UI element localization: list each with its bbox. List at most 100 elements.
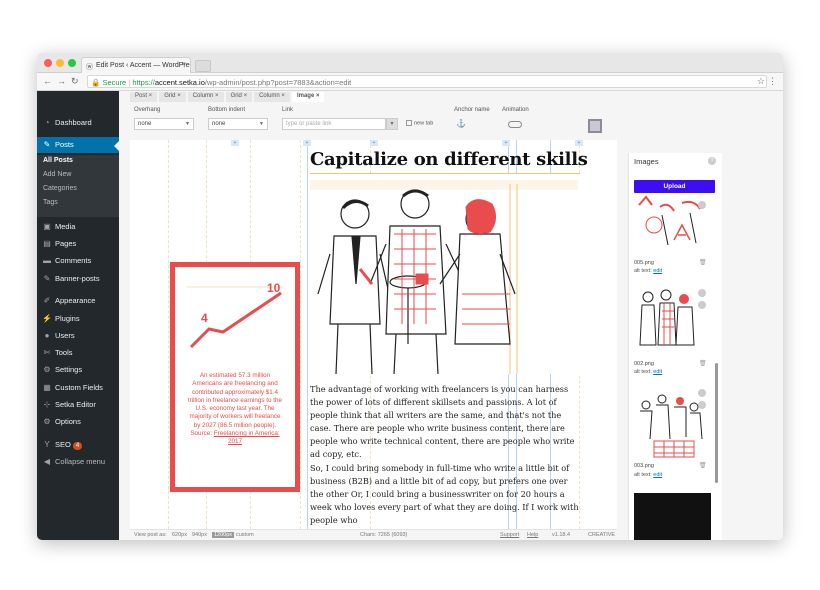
breadcrumb-label: Post xyxy=(135,93,148,99)
grid-handle[interactable]: + xyxy=(370,140,378,146)
grid-handle[interactable]: + xyxy=(502,140,510,146)
sidebar-collapse-menu[interactable]: ◀ Collapse menu xyxy=(37,454,119,470)
breadcrumb: Post × Grid × Column × Grid × Column × I… xyxy=(130,92,326,102)
comments-icon: ▬ xyxy=(43,256,51,265)
thumb-bg xyxy=(634,387,711,459)
sidebar-sub-all-posts[interactable]: All Posts xyxy=(37,155,119,169)
anchor-icon[interactable]: ⚓ xyxy=(456,119,466,128)
breadcrumb-item-current[interactable]: Image × xyxy=(291,92,325,102)
view-620-button[interactable]: 620px xyxy=(172,532,187,538)
sidebar-sub-label: Add New xyxy=(43,171,72,178)
grilled-item xyxy=(415,273,429,285)
collapse-icon: ◀ xyxy=(43,457,51,466)
images-panel-title: Images xyxy=(634,157,659,166)
minimize-window-button[interactable] xyxy=(56,59,64,67)
grid-handle[interactable]: + xyxy=(575,140,583,146)
alt-text-edit-link[interactable]: edit xyxy=(653,268,662,274)
maximize-window-button[interactable] xyxy=(68,59,76,67)
link-input[interactable]: type or paste link xyxy=(282,118,386,130)
breadcrumb-item[interactable]: Grid × xyxy=(159,92,186,102)
sidebar-item-appearance[interactable]: ✐ Appearance xyxy=(37,293,119,309)
link-label: Link xyxy=(282,107,294,113)
trash-icon[interactable]: 🗑 xyxy=(699,259,707,266)
sidebar-item-media[interactable]: ▣ Media xyxy=(37,219,119,235)
wrench-icon: ✄ xyxy=(43,348,51,357)
freelancers-illustration[interactable] xyxy=(310,174,580,374)
sidebar-item-label: Media xyxy=(55,222,76,231)
sidebar-item-posts[interactable]: ✎ Posts xyxy=(37,137,119,153)
paragraph[interactable]: The advantage of working with freelancer… xyxy=(310,383,580,461)
thumb-badge xyxy=(698,389,706,397)
chevron-down-icon: ▼ xyxy=(185,121,190,127)
sidebar-item-options[interactable]: ⚙ Options xyxy=(37,414,119,430)
reload-icon[interactable]: ↻ xyxy=(71,76,79,87)
bookmark-star-icon[interactable]: ☆ xyxy=(757,76,765,87)
upload-button[interactable]: Upload xyxy=(634,180,715,193)
alt-text-edit-link[interactable]: edit xyxy=(653,472,662,478)
image-thumbnail[interactable] xyxy=(634,195,711,257)
tab-close-icon[interactable]: × xyxy=(182,61,186,68)
post-canvas[interactable]: + + + + + Capitalize on different skills… xyxy=(130,140,617,529)
breadcrumb-item[interactable]: Grid × xyxy=(225,92,253,102)
view-custom-button[interactable]: custom xyxy=(236,532,254,538)
overhang-label: Overhang xyxy=(134,107,161,113)
forward-icon[interactable]: → xyxy=(57,76,66,86)
back-icon[interactable]: ← xyxy=(43,76,52,86)
breadcrumb-item[interactable]: Column × xyxy=(187,92,224,102)
image-filename: 003.png xyxy=(634,463,654,469)
close-window-button[interactable] xyxy=(44,59,52,67)
more-menu-icon[interactable]: ⋮ xyxy=(768,76,777,87)
new-tab-checkbox[interactable]: new tab xyxy=(406,120,433,126)
sidebar-sub-tags[interactable]: Tags xyxy=(37,197,119,217)
sidebar-item-settings[interactable]: ⚙ Settings xyxy=(37,362,119,378)
breadcrumb-item[interactable]: Post × xyxy=(130,92,158,102)
sidebar-item-plugins[interactable]: ⚡ Plugins xyxy=(37,311,119,327)
bottom-indent-value: none xyxy=(212,121,226,127)
sidebar-item-banner-posts[interactable]: ✎ Banner-posts xyxy=(37,271,119,287)
grid-handle[interactable]: + xyxy=(303,140,311,146)
support-link[interactable]: Support xyxy=(500,532,519,538)
sidebar-item-comments[interactable]: ▬ Comments xyxy=(37,253,119,269)
sidebar-item-users[interactable]: ● Users xyxy=(37,328,119,344)
sidebar-sub-add-new[interactable]: Add New xyxy=(37,169,119,183)
help-link[interactable]: Help xyxy=(527,532,538,538)
infographic-box[interactable]: 4 10 An estimated 57.3 million Americans… xyxy=(170,262,300,492)
sidebar-item-custom-fields[interactable]: ▦ Custom Fields xyxy=(37,380,119,396)
alt-text-edit-link[interactable]: edit xyxy=(653,369,662,375)
trash-icon[interactable]: 🗑 xyxy=(699,462,707,469)
new-tab-button[interactable] xyxy=(195,60,211,72)
sidebar-item-dashboard[interactable]: ◔ Dashboard xyxy=(37,115,119,131)
image-thumbnail[interactable] xyxy=(634,285,711,357)
sidebar-item-pages[interactable]: ▤ Pages xyxy=(37,236,119,252)
images-panel-scrollbar[interactable] xyxy=(715,363,718,483)
url-field[interactable]: 🔒 Secure | https://accent.setka.io/wp-ad… xyxy=(87,75,767,88)
thumb-art xyxy=(676,397,684,405)
sidebar-item-setka-editor[interactable]: ⊹ Setka Editor xyxy=(37,397,119,413)
view-940-button[interactable]: 940px xyxy=(192,532,207,538)
post-heading[interactable]: Capitalize on different skills xyxy=(310,149,588,170)
sidebar-item-seo[interactable]: Y SEO 4 xyxy=(37,437,119,453)
lock-icon: 🔒 xyxy=(91,78,101,87)
image-thumbnail[interactable] xyxy=(634,493,711,540)
grid-handle[interactable]: + xyxy=(231,140,239,146)
grid-guide xyxy=(307,140,308,529)
animation-label: Animation xyxy=(502,107,529,113)
trash-icon[interactable]: 🗑 xyxy=(699,360,707,367)
chevron-down-icon: ▼ xyxy=(259,121,264,127)
view-1200-button[interactable]: 1200px xyxy=(212,532,235,538)
image-thumbnail[interactable] xyxy=(634,387,711,459)
bottom-indent-label: Bottom indent xyxy=(208,107,246,113)
sidebar-item-label: Options xyxy=(55,417,81,426)
plugin-icon: ⚡ xyxy=(42,314,52,323)
paragraph[interactable]: So, I could bring somebody in full-time … xyxy=(310,462,580,527)
source-link[interactable]: Freelancing in America: 2017 xyxy=(214,430,280,445)
link-chevron-button[interactable]: ▾ xyxy=(386,118,398,130)
breadcrumb-item[interactable]: Column × xyxy=(254,92,290,102)
sidebar-item-tools[interactable]: ✄ Tools xyxy=(37,345,119,361)
help-icon[interactable]: ? xyxy=(708,157,716,165)
overhang-select[interactable]: none ▼ xyxy=(134,118,194,130)
animation-toggle[interactable] xyxy=(508,121,522,128)
sidebar-sub-categories[interactable]: Categories xyxy=(37,183,119,197)
bottom-indent-select[interactable]: none ▼ xyxy=(208,118,268,130)
browser-tab[interactable]: ⓦ Edit Post ‹ Accent — WordPre × xyxy=(81,57,191,73)
